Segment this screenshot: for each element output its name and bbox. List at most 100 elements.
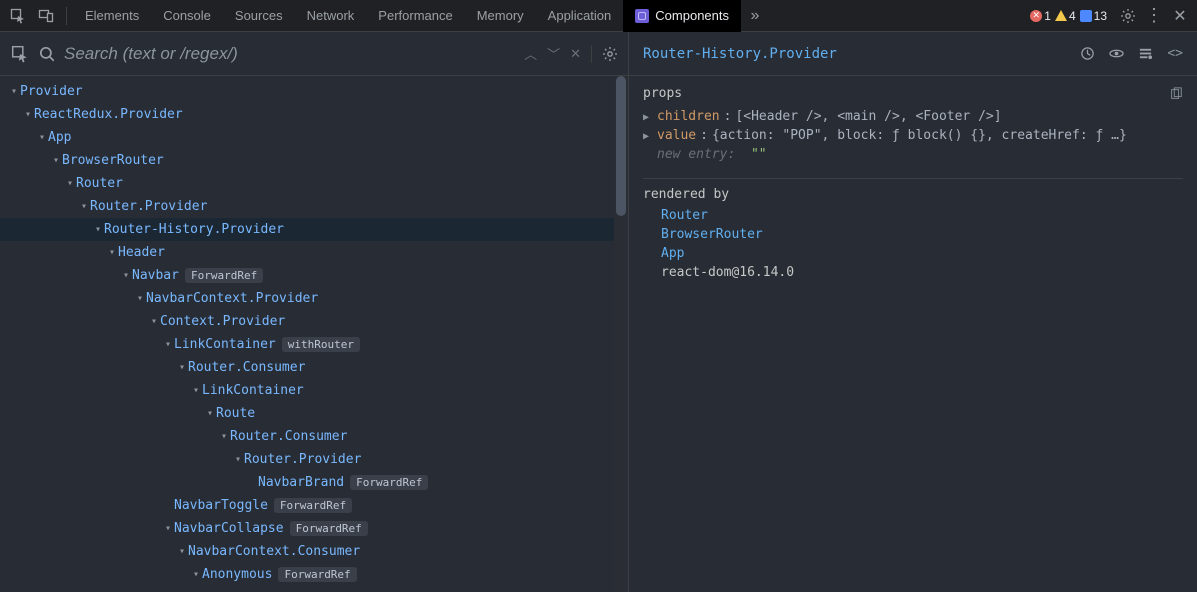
tab-console[interactable]: Console [151,0,223,32]
rendered-by-item[interactable]: Router [643,206,1183,225]
collapse-icon[interactable]: ▾ [162,339,174,350]
new-entry-row[interactable]: new entry: "" [643,145,1183,164]
pick-element-icon[interactable] [10,44,30,64]
settings-icon[interactable] [1115,3,1141,29]
tree-node[interactable]: ▾BrowserRouter [0,149,628,172]
expand-icon[interactable]: ▶ [643,112,649,123]
collapse-icon[interactable]: ▾ [232,454,244,465]
component-name: Header [118,245,165,260]
collapse-icon[interactable]: ▾ [8,86,20,97]
tree-node[interactable]: ▾Router.Provider [0,195,628,218]
info-count: 13 [1094,9,1107,23]
component-name: Router-History.Provider [104,222,284,237]
tree-node[interactable]: ▾LinkContainerwithRouter [0,333,628,356]
component-name: Provider [20,84,83,99]
collapse-icon[interactable]: ▾ [148,316,160,327]
prop-children[interactable]: ▶ children: [<Header />, <main />, <Foot… [643,107,1183,126]
collapse-icon[interactable]: ▾ [92,224,104,235]
collapse-icon[interactable]: ▾ [36,132,48,143]
scrollbar[interactable] [614,76,628,592]
status-counters[interactable]: ✕1 4 13 [1030,9,1107,23]
log-icon[interactable] [1138,46,1153,61]
props-label: props [643,86,682,101]
view-source-icon[interactable]: <> [1167,46,1183,61]
search-prev-icon[interactable]: ︿ [524,44,537,63]
tree-node[interactable]: ▾AnonymousForwardRef [0,563,628,586]
component-name: ReactRedux.Provider [34,107,183,122]
collapse-icon[interactable]: ▾ [64,178,76,189]
tab-memory[interactable]: Memory [465,0,536,32]
tree-node[interactable]: ▾Router [0,172,628,195]
inspect-dom-icon[interactable] [1109,46,1124,61]
scrollbar-thumb[interactable] [616,76,626,216]
tree-node[interactable]: ▾NavbarContext.Consumer [0,540,628,563]
tab-performance[interactable]: Performance [366,0,464,32]
tree-node[interactable]: ▾LinkContainer [0,379,628,402]
tab-elements[interactable]: Elements [73,0,151,32]
tree-node[interactable]: ▾Header [0,241,628,264]
search-next-icon[interactable]: ﹀ [547,44,560,63]
collapse-icon[interactable]: ▾ [190,569,202,580]
copy-props-icon[interactable] [1169,87,1183,101]
detail-header: Router-History.Provider <> [629,32,1197,76]
tab-sources[interactable]: Sources [223,0,295,32]
prop-value[interactable]: ▶ value: {action: "POP", block: ƒ block(… [643,126,1183,145]
collapse-icon[interactable]: ▾ [204,408,216,419]
collapse-icon[interactable]: ▾ [218,431,230,442]
tree-node[interactable]: NavbarBrandForwardRef [0,471,628,494]
tree-node[interactable]: ▾NavbarContext.Provider [0,287,628,310]
component-tree[interactable]: ▾Provider▾ReactRedux.Provider▾App▾Browse… [0,76,628,592]
suspend-icon[interactable] [1080,46,1095,61]
tree-node[interactable]: ▾NavbarCollapseForwardRef [0,517,628,540]
close-devtools-icon[interactable]: ✕ [1167,3,1193,29]
component-name: NavbarContext.Provider [146,291,318,306]
more-tabs-icon[interactable]: » [741,0,769,32]
collapse-icon[interactable]: ▾ [50,155,62,166]
tree-node[interactable]: ▾NavbarForwardRef [0,264,628,287]
tree-node[interactable]: ▾Route [0,402,628,425]
kebab-icon[interactable]: ⋮ [1141,3,1167,29]
hoc-badge: ForwardRef [185,268,263,283]
rendered-by-item[interactable]: BrowserRouter [643,225,1183,244]
components-tree-pane: ︿ ﹀ ✕ ▾Provider▾ReactRedux.Provider▾App▾… [0,32,628,592]
device-icon[interactable] [32,0,60,32]
tree-node[interactable]: ▾Provider [0,80,628,103]
rendered-by-item[interactable]: App [643,244,1183,263]
search-input[interactable] [64,44,516,64]
collapse-icon[interactable]: ▾ [120,270,132,281]
warning-icon [1055,10,1067,21]
prop-value: [<Header />, <main />, <Footer />] [735,109,1001,124]
tree-node[interactable]: NavbarToggleForwardRef [0,494,628,517]
info-icon [1080,10,1092,22]
component-name: NavbarToggle [174,498,268,513]
tree-node[interactable]: ▾Router-History.Provider [0,218,628,241]
tree-node[interactable]: ▾ReactRedux.Provider [0,103,628,126]
search-icon [38,45,56,63]
collapse-icon[interactable]: ▾ [22,109,34,120]
rendered-by-section: rendered by RouterBrowserRouterApp react… [643,178,1183,282]
tree-node[interactable]: ▾Router.Consumer [0,425,628,448]
search-clear-icon[interactable]: ✕ [570,46,581,62]
tree-node[interactable]: ▾App [0,126,628,149]
react-icon [635,9,649,23]
tree-node[interactable]: ▾Router.Provider [0,448,628,471]
collapse-icon[interactable]: ▾ [106,247,118,258]
tree-node[interactable]: ▾Router.Consumer [0,356,628,379]
new-entry-value[interactable]: "" [751,147,767,162]
component-name: Context.Provider [160,314,285,329]
tree-node[interactable]: ▾Context.Provider [0,310,628,333]
tab-application[interactable]: Application [536,0,624,32]
rendered-by-title: rendered by [643,187,1183,202]
tree-settings-icon[interactable] [602,46,618,62]
collapse-icon[interactable]: ▾ [190,385,202,396]
collapse-icon[interactable]: ▾ [176,546,188,557]
expand-icon[interactable]: ▶ [643,131,649,142]
component-detail-pane: Router-History.Provider <> props ▶ child… [628,32,1197,592]
collapse-icon[interactable]: ▾ [134,293,146,304]
tab-network[interactable]: Network [295,0,367,32]
tab-components[interactable]: Components [623,0,741,32]
collapse-icon[interactable]: ▾ [176,362,188,373]
collapse-icon[interactable]: ▾ [78,201,90,212]
collapse-icon[interactable]: ▾ [162,523,174,534]
inspect-icon[interactable] [4,0,32,32]
